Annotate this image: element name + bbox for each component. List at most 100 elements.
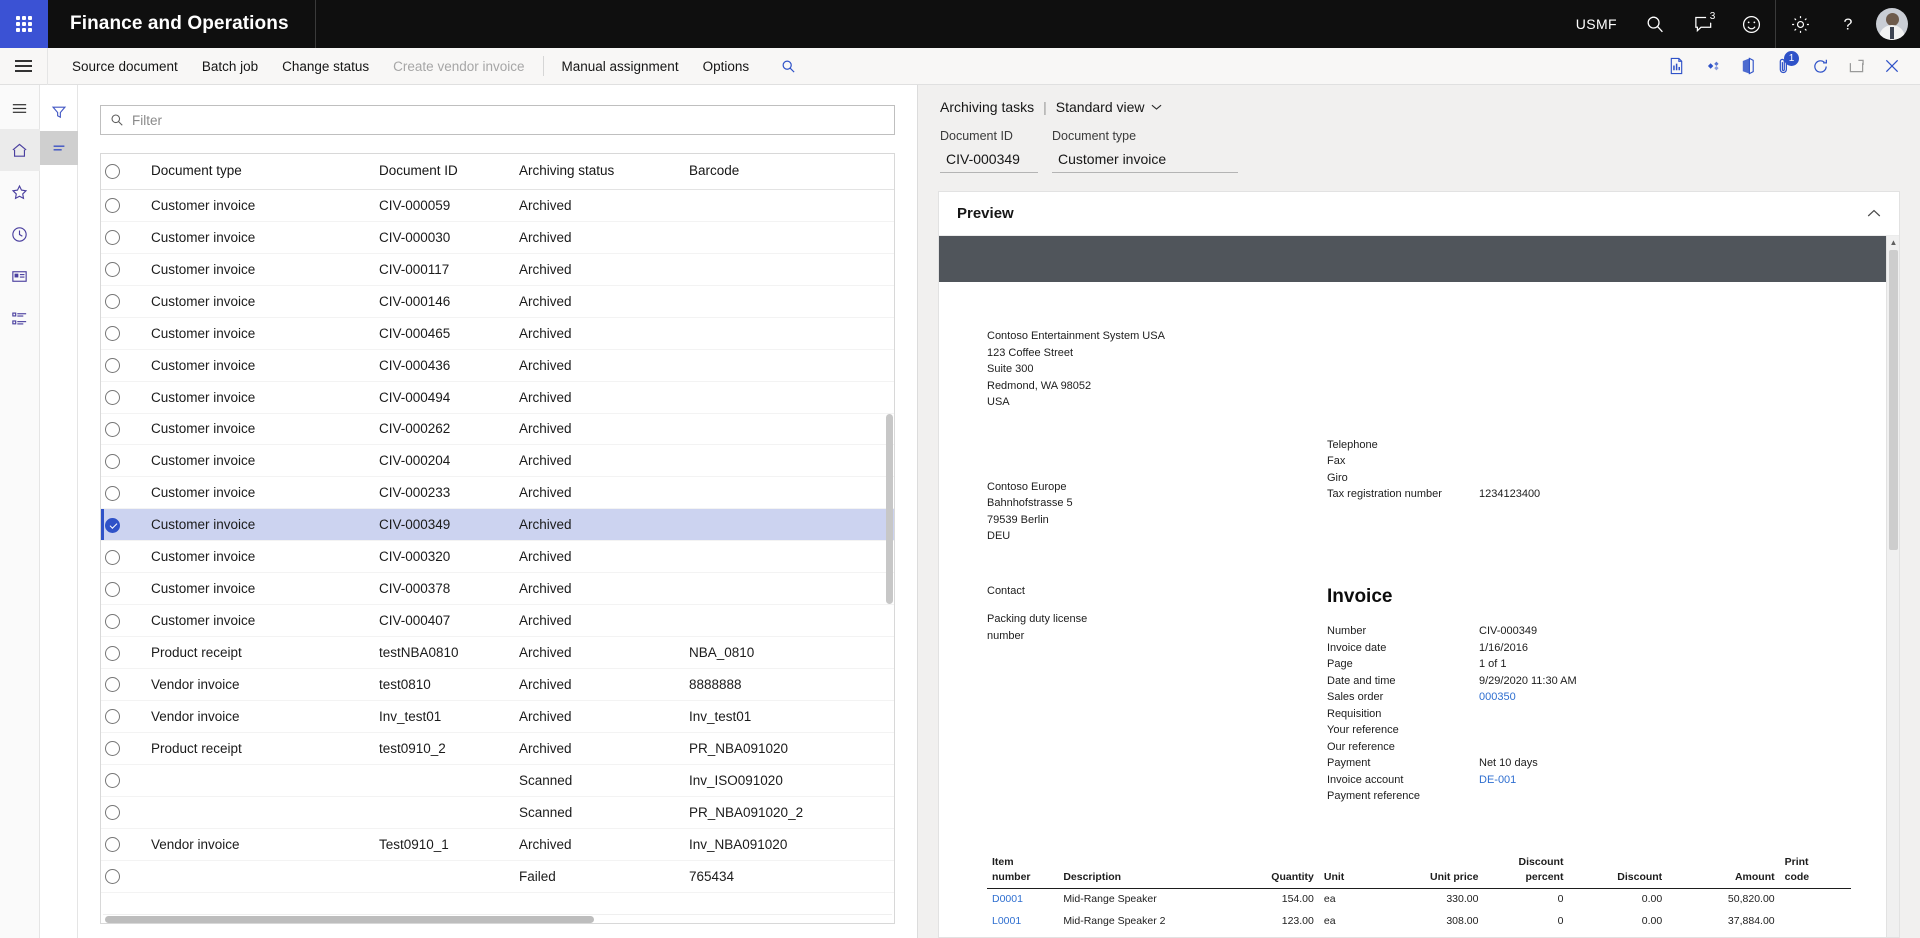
nav-menu-icon[interactable] bbox=[0, 87, 40, 129]
gear-icon[interactable] bbox=[1776, 0, 1824, 48]
power-apps-icon[interactable] bbox=[1694, 48, 1730, 85]
table-row[interactable]: Customer invoice CIV-000117 Archived bbox=[101, 253, 894, 286]
row-radio[interactable] bbox=[105, 613, 120, 629]
table-row[interactable]: Scanned PR_NBA091020_2 bbox=[101, 796, 894, 829]
grid-list-icon[interactable] bbox=[39, 131, 78, 165]
row-radio[interactable] bbox=[105, 869, 120, 885]
table-row[interactable]: Customer invoice CIV-000233 Archived bbox=[101, 476, 894, 510]
table-row[interactable]: Customer invoice CIV-000059 Archived bbox=[101, 189, 894, 222]
table-row[interactable]: Vendor invoice Test0910_1 Archived Inv_NBA0… bbox=[101, 828, 894, 861]
row-radio[interactable] bbox=[105, 773, 120, 789]
row-radio[interactable] bbox=[105, 741, 120, 757]
action-search-icon[interactable] bbox=[771, 48, 805, 85]
row-radio[interactable] bbox=[105, 549, 120, 565]
app-launcher-icon[interactable] bbox=[0, 0, 48, 48]
line-item[interactable]: D0001 bbox=[987, 889, 1058, 911]
attachments-icon[interactable]: 1 bbox=[1766, 48, 1802, 85]
table-row[interactable]: Failed 765434 bbox=[101, 860, 894, 893]
action-options[interactable]: Options bbox=[691, 48, 762, 85]
row-radio[interactable] bbox=[105, 294, 120, 310]
row-radio[interactable] bbox=[105, 390, 120, 405]
line-item[interactable]: P0001 bbox=[987, 933, 1058, 938]
table-row[interactable]: Customer invoice CIV-000465 Archived bbox=[101, 317, 894, 350]
column-header-archiving-status[interactable]: Archiving status bbox=[515, 154, 685, 190]
action-source-document[interactable]: Source document bbox=[60, 48, 190, 85]
action-batch-job[interactable]: Batch job bbox=[190, 48, 270, 85]
select-all-header[interactable] bbox=[101, 154, 147, 190]
row-radio[interactable] bbox=[105, 421, 120, 437]
viewer-toolbar[interactable] bbox=[939, 236, 1899, 282]
filter-input-wrap[interactable]: Filter bbox=[100, 105, 895, 135]
chevron-up-icon[interactable] bbox=[1867, 206, 1881, 221]
modules-list-icon[interactable] bbox=[0, 297, 40, 339]
row-radio[interactable] bbox=[105, 805, 120, 821]
grid-vertical-scrollbar-thumb[interactable] bbox=[886, 414, 893, 604]
avatar[interactable] bbox=[1876, 8, 1908, 40]
recent-clock-icon[interactable] bbox=[0, 213, 40, 255]
table-row[interactable]: Product receipt testNBA0810 Archived NBA_08… bbox=[101, 636, 894, 669]
table-row[interactable]: Customer invoice CIV-000262 Archived bbox=[101, 413, 894, 446]
table-row-selected[interactable]: Customer invoice CIV-000349 Archived bbox=[101, 508, 894, 542]
table-row[interactable]: Vendor invoice Inv_test01 Archived Inv_test… bbox=[101, 700, 894, 733]
company-selector[interactable]: USMF bbox=[1562, 0, 1631, 48]
close-icon[interactable] bbox=[1874, 48, 1910, 85]
preview-scroll-thumb[interactable] bbox=[1889, 250, 1898, 550]
table-row[interactable]: Product receipt test0910_2 Archived PR_NBA0… bbox=[101, 732, 894, 765]
row-radio[interactable] bbox=[105, 485, 120, 501]
action-manual-assignment[interactable]: Manual assignment bbox=[550, 48, 691, 85]
row-radio[interactable] bbox=[105, 358, 120, 374]
table-row[interactable]: Customer invoice CIV-000407 Archived bbox=[101, 604, 894, 638]
refresh-icon[interactable] bbox=[1802, 48, 1838, 85]
column-header-document-id[interactable]: Document ID bbox=[375, 154, 515, 190]
favorites-star-icon[interactable] bbox=[0, 171, 40, 213]
column-header-barcode[interactable]: Barcode bbox=[685, 154, 885, 190]
workspaces-icon[interactable] bbox=[0, 255, 40, 297]
row-radio[interactable] bbox=[105, 581, 120, 597]
select-all-radio[interactable] bbox=[105, 163, 120, 179]
help-icon[interactable]: ? bbox=[1824, 0, 1872, 48]
row-radio[interactable] bbox=[105, 453, 120, 469]
preview-vertical-scrollbar[interactable]: ▲ bbox=[1886, 236, 1899, 937]
office-icon[interactable] bbox=[1730, 48, 1766, 85]
table-row[interactable]: Scanned Inv_ISO091020 bbox=[101, 764, 894, 797]
table-row[interactable]: Customer invoice CIV-000436 Archived bbox=[101, 349, 894, 382]
row-radio[interactable] bbox=[105, 230, 120, 246]
row-radio[interactable] bbox=[105, 645, 120, 661]
popout-icon[interactable] bbox=[1838, 48, 1874, 85]
table-row[interactable]: Vendor invoice test0810 Archived 8888888 bbox=[101, 668, 894, 701]
grid-hscroll-thumb[interactable] bbox=[105, 916, 595, 923]
filter-input[interactable]: Filter bbox=[132, 113, 162, 128]
hamburger-icon[interactable] bbox=[0, 47, 48, 85]
filter-icon[interactable] bbox=[40, 95, 78, 129]
row-radio[interactable] bbox=[105, 326, 120, 342]
smiley-icon[interactable] bbox=[1727, 0, 1775, 48]
view-selector[interactable]: Standard view bbox=[1056, 99, 1162, 115]
notifications-icon[interactable]: 3 bbox=[1679, 0, 1727, 48]
table-row[interactable]: Customer invoice CIV-000378 Archived bbox=[101, 572, 894, 606]
row-radio[interactable] bbox=[105, 677, 120, 693]
action-change-status[interactable]: Change status bbox=[270, 48, 381, 85]
row-radio[interactable] bbox=[105, 709, 120, 725]
meta-value-link[interactable]: DE-001 bbox=[1479, 772, 1516, 789]
scroll-up-arrow-icon[interactable]: ▲ bbox=[1887, 236, 1899, 249]
column-options-icon[interactable]: ⋮ bbox=[885, 154, 894, 190]
breadcrumb-archiving-tasks[interactable]: Archiving tasks bbox=[940, 99, 1034, 115]
home-icon[interactable] bbox=[0, 129, 40, 171]
row-radio[interactable] bbox=[105, 837, 120, 853]
table-row[interactable]: Customer invoice CIV-000146 Archived bbox=[101, 285, 894, 318]
column-header-document-type[interactable]: Document type bbox=[147, 154, 375, 190]
table-row[interactable]: Customer invoice CIV-000030 Archived bbox=[101, 221, 894, 254]
search-icon[interactable] bbox=[1631, 0, 1679, 48]
table-row[interactable]: Customer invoice CIV-000204 Archived bbox=[101, 444, 894, 478]
table-row[interactable]: Customer invoice CIV-000320 Archived bbox=[101, 540, 894, 574]
table-row[interactable]: Customer invoice CIV-000494 Archived bbox=[101, 381, 894, 414]
row-radio-checked[interactable] bbox=[105, 517, 120, 533]
row-radio[interactable] bbox=[105, 262, 120, 278]
field-document-id-value[interactable]: CIV-000349 bbox=[940, 148, 1038, 173]
field-document-type-value[interactable]: Customer invoice bbox=[1052, 148, 1238, 173]
preview-card-header[interactable]: Preview bbox=[939, 192, 1899, 236]
export-to-excel-icon[interactable] bbox=[1658, 48, 1694, 85]
line-item[interactable]: L0001 bbox=[987, 911, 1058, 933]
meta-value-link[interactable]: 000350 bbox=[1479, 689, 1516, 706]
row-radio[interactable] bbox=[105, 198, 120, 214]
